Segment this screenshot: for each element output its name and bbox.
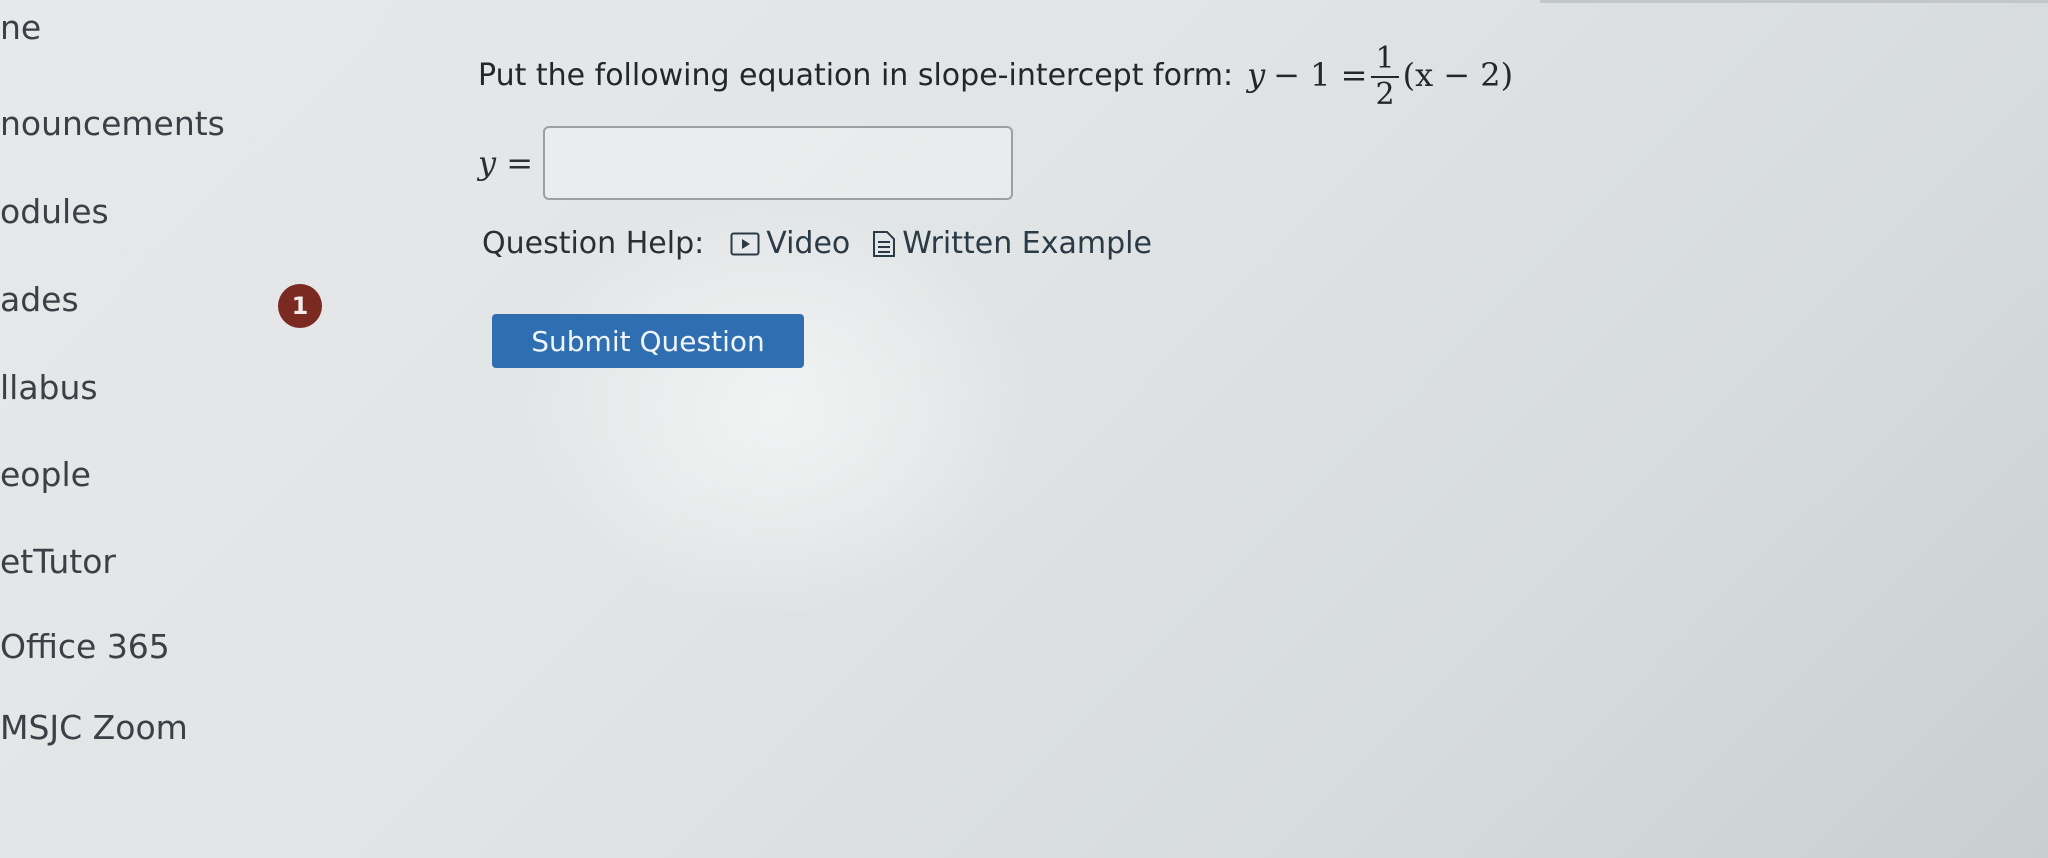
course-nav-sidebar: ne nouncements odules ades 1 llabus eopl… <box>0 0 360 858</box>
fraction-numerator: 1 <box>1371 42 1399 78</box>
equation-fraction: 1 2 <box>1371 42 1399 112</box>
video-help-link[interactable]: Video <box>730 226 850 261</box>
question-equation: y − 1 = 1 2 (x − 2) <box>1247 40 1514 112</box>
question-help-label: Question Help: <box>482 226 705 261</box>
nav-item-msjc-zoom[interactable]: MSJC Zoom <box>0 708 188 747</box>
nav-item-label: ades <box>0 280 79 319</box>
equation-lhs-rest: − 1 = <box>1273 56 1368 94</box>
nav-item-label: ne <box>0 8 42 47</box>
screen-glare <box>520 200 1040 620</box>
nav-item-label: nouncements <box>0 104 225 143</box>
nav-item-syllabus[interactable]: llabus <box>0 368 98 407</box>
written-example-link[interactable]: Written Example <box>872 226 1152 261</box>
submit-question-button[interactable]: Submit Question <box>492 314 804 368</box>
grades-count-badge: 1 <box>278 284 322 328</box>
nav-item-people[interactable]: eople <box>0 455 91 494</box>
nav-item-office-365[interactable]: Office 365 <box>0 627 170 666</box>
top-border <box>1540 0 2048 3</box>
nav-item-nettutor[interactable]: etTutor <box>0 542 116 581</box>
answer-input[interactable] <box>543 126 1014 200</box>
question-prompt: Put the following equation in slope-inte… <box>478 57 1234 93</box>
answer-row: y = <box>478 126 1014 200</box>
nav-item-announcements[interactable]: nouncements <box>0 104 225 143</box>
video-help-label: Video <box>766 226 851 261</box>
question-help: Question Help: Video Written Example <box>482 226 1152 261</box>
nav-item-label: odules <box>0 192 109 231</box>
equation-rhs: (x − 2) <box>1402 56 1514 94</box>
nav-item-label: llabus <box>0 368 98 407</box>
fraction-denominator: 2 <box>1375 77 1395 112</box>
nav-item-label: eople <box>0 455 91 494</box>
play-icon <box>730 232 760 256</box>
document-icon <box>872 230 896 258</box>
question-text: Put the following equation in slope-inte… <box>478 40 1514 112</box>
nav-item-label: MSJC Zoom <box>0 708 188 747</box>
nav-item-home[interactable]: ne <box>0 8 41 47</box>
nav-item-label: Office 365 <box>0 627 170 666</box>
nav-item-grades[interactable]: ades <box>0 280 79 319</box>
nav-item-modules[interactable]: odules <box>0 192 109 231</box>
nav-item-label: etTutor <box>0 542 116 581</box>
written-example-label: Written Example <box>902 226 1152 261</box>
answer-label: y = <box>478 144 534 182</box>
equation-lhs-variable: y <box>1247 56 1266 94</box>
